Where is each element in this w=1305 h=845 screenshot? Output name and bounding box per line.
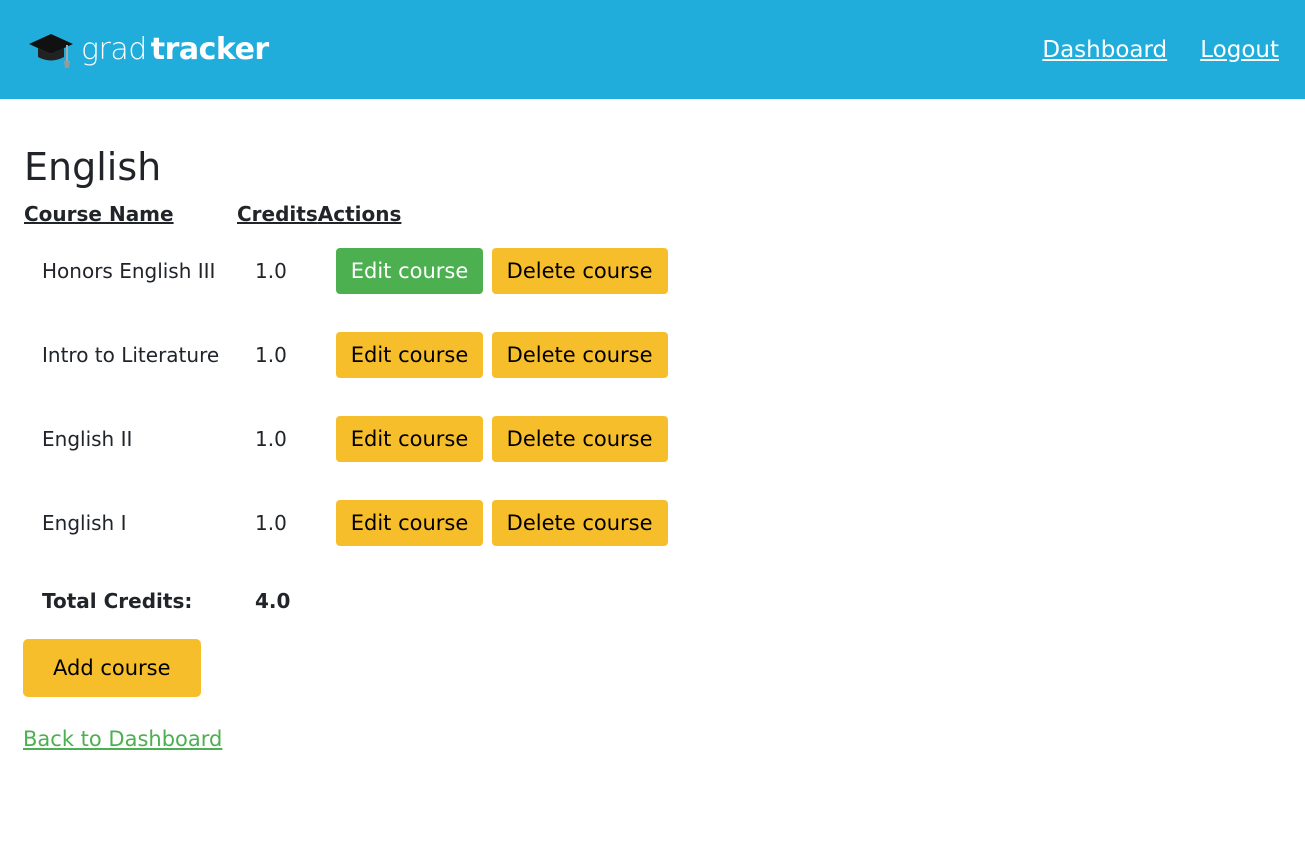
graduation-cap-icon	[29, 33, 73, 68]
table-row: English I 1.0 Edit course Delete course	[24, 481, 670, 565]
main-content: English Course Name Credits Actions Hono…	[0, 99, 1305, 751]
delete-course-button[interactable]: Delete course	[491, 247, 668, 294]
table-row: English II 1.0 Edit course Delete course	[24, 397, 670, 481]
edit-course-button[interactable]: Edit course	[335, 499, 484, 546]
edit-course-button[interactable]: Edit course	[335, 247, 484, 294]
edit-course-button[interactable]: Edit course	[335, 415, 484, 462]
course-credits: 1.0	[255, 258, 287, 283]
course-name: Honors English III	[42, 258, 216, 283]
course-credits: 1.0	[255, 510, 287, 535]
course-actions: Edit course Delete course	[318, 481, 670, 565]
column-header-actions: Actions	[317, 201, 402, 226]
course-actions: Edit course Delete course	[318, 313, 670, 397]
delete-course-button[interactable]: Delete course	[491, 499, 668, 546]
nav-dashboard-link[interactable]: Dashboard	[1042, 37, 1167, 63]
table-row: Intro to Literature 1.0 Edit course Dele…	[24, 313, 670, 397]
back-to-dashboard-link[interactable]: Back to Dashboard	[23, 727, 222, 751]
nav-logout-link[interactable]: Logout	[1200, 37, 1279, 63]
top-nav-links: Dashboard Logout	[1014, 37, 1279, 63]
course-credits: 1.0	[255, 342, 287, 367]
course-actions: Edit course Delete course	[318, 397, 670, 481]
page-title: English	[24, 145, 162, 189]
column-header-credits: Credits	[237, 201, 318, 226]
brand-logo[interactable]: grad tracker	[27, 30, 269, 70]
edit-course-button[interactable]: Edit course	[335, 331, 484, 378]
table-header-row: Course Name Credits Actions	[24, 199, 670, 229]
courses-table: Course Name Credits Actions Honors Engli…	[24, 199, 670, 637]
table-row: Honors English III 1.0 Edit course Delet…	[24, 229, 670, 313]
delete-course-button[interactable]: Delete course	[491, 415, 668, 462]
top-navbar: grad tracker Dashboard Logout	[0, 0, 1305, 99]
delete-course-button[interactable]: Delete course	[491, 331, 668, 378]
course-name: English II	[42, 426, 133, 451]
course-name: English I	[42, 510, 127, 535]
total-credits-row: Total Credits: 4.0	[24, 565, 670, 637]
brand-text-tracker: tracker	[150, 32, 269, 67]
brand-text-grad: grad	[81, 32, 147, 67]
total-credits-label: Total Credits:	[42, 588, 193, 613]
course-name: Intro to Literature	[42, 342, 220, 367]
course-actions: Edit course Delete course	[318, 229, 670, 313]
column-header-course-name: Course Name	[24, 201, 174, 226]
total-credits-value: 4.0	[255, 588, 291, 613]
add-course-button[interactable]: Add course	[23, 638, 201, 697]
course-credits: 1.0	[255, 426, 287, 451]
